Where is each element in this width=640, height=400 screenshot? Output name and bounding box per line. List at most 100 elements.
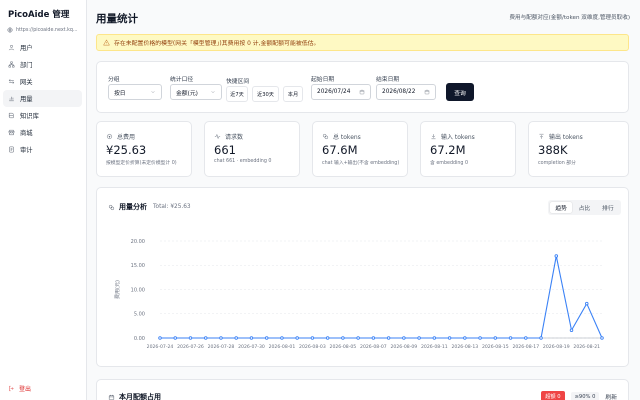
stat-value: ¥25.63 bbox=[106, 143, 147, 157]
end-date-input[interactable]: 2026/08/22 bbox=[376, 84, 436, 100]
sidebar-item-label: 知识库 bbox=[20, 113, 39, 120]
range-7d-button[interactable]: 近7天 bbox=[226, 86, 248, 102]
data-point bbox=[325, 336, 330, 340]
y-tick-label: 10.00 bbox=[131, 287, 145, 293]
logout-icon bbox=[9, 385, 14, 392]
stat-header: 输出 tokens bbox=[538, 132, 583, 141]
page-title: 用量统计 bbox=[96, 13, 138, 25]
stat-subtext: 含 embedding 0 bbox=[430, 161, 469, 166]
sidebar: PicoAide 管理 https://picoaide.next.kq... … bbox=[0, 0, 87, 400]
sidebar-item-knowledge[interactable]: 知识库 bbox=[3, 107, 82, 124]
data-point bbox=[341, 336, 345, 340]
page-description: 费用与配额对应(金额/token 双维度,管理员取收) bbox=[509, 15, 630, 21]
data-point bbox=[280, 336, 284, 340]
sidebar-item-users[interactable]: 用户 bbox=[3, 39, 82, 56]
start-date-input[interactable]: 2026/07/24 bbox=[311, 84, 371, 100]
stat-card-cost: 总费用 ¥25.63 按模型定价折算(未定价模型计 0) bbox=[96, 121, 192, 177]
stat-value: 388K bbox=[538, 143, 568, 157]
data-point bbox=[234, 336, 238, 340]
site-url: https://picoaide.next.kq... bbox=[7, 27, 78, 33]
calendar-icon bbox=[424, 89, 430, 95]
stat-label: 输入 tokens bbox=[441, 134, 475, 141]
data-point bbox=[310, 336, 315, 340]
y-tick-label: 5.00 bbox=[134, 312, 145, 318]
query-button[interactable]: 查询 bbox=[446, 83, 474, 101]
data-point bbox=[524, 336, 528, 340]
usage-trend-chart: 0.005.0010.0015.0020.00费用(元)2026-07-24 20… bbox=[114, 239, 604, 350]
analysis-title: 用量分析 Total: ¥25.63 bbox=[108, 202, 191, 212]
data-point bbox=[402, 336, 406, 340]
x-tick-label: 2026-07-24 bbox=[147, 344, 174, 350]
data-point bbox=[264, 336, 269, 340]
y-tick-label: 0.00 bbox=[134, 336, 145, 342]
coin-icon bbox=[106, 133, 113, 140]
x-tick-label: 2026-08-01 bbox=[269, 344, 296, 350]
sidebar-item-label: 商城 bbox=[20, 130, 33, 137]
warning-icon bbox=[103, 39, 110, 46]
logout-label: 登出 bbox=[19, 386, 32, 393]
stat-card-output-tokens: 输出 tokens 388K completion 部分 bbox=[528, 121, 629, 177]
stat-subtext: chat 661 · embedding 0 bbox=[214, 159, 272, 164]
monthly-title: 本月配额占用 bbox=[108, 392, 161, 400]
app-title: PicoAide 管理 bbox=[8, 10, 70, 20]
sidebar-item-departments[interactable]: 部门 bbox=[3, 56, 82, 73]
filter-panel: 分组 按日 统计口径 金额(元) 快捷区间 近7天 近30天 本月 起始日期 2… bbox=[96, 61, 629, 113]
data-point bbox=[356, 336, 360, 340]
stat-card-total-tokens: 总 tokens 67.6M chat 输入+输出(不含 embedding) bbox=[312, 121, 408, 177]
metric-label: 统计口径 bbox=[170, 77, 194, 83]
data-point bbox=[219, 336, 223, 340]
tab-ranking[interactable]: 排行 bbox=[597, 202, 619, 213]
analysis-tabs: 趋势 占比 排行 bbox=[548, 200, 621, 215]
stat-header: 请求数 bbox=[214, 132, 243, 141]
tab-share[interactable]: 占比 bbox=[573, 202, 595, 213]
calendar-icon bbox=[359, 89, 365, 95]
usage-analysis-card: 用量分析 Total: ¥25.63 趋势 占比 排行 0.00 5.00 10.0… bbox=[96, 187, 629, 367]
metric-select[interactable]: 金额(元) bbox=[170, 84, 222, 100]
x-tick-label: 2026-08-15 bbox=[482, 344, 509, 350]
token-icon bbox=[322, 133, 329, 140]
group-label: 分组 bbox=[108, 77, 120, 83]
sidebar-item-gateway[interactable]: 网关 bbox=[3, 73, 82, 90]
x-tick-label: 2026-07-30 bbox=[238, 344, 265, 350]
over-quota-badge: 超额 0 bbox=[541, 391, 565, 400]
stat-value: 67.6M bbox=[322, 143, 358, 157]
data-point bbox=[249, 336, 254, 340]
start-date-value: 2026/07/24 bbox=[317, 89, 351, 95]
range-month-button[interactable]: 本月 bbox=[283, 86, 303, 102]
x-tick-label: 2026-08-13 bbox=[451, 344, 478, 350]
x-tick-label: 2026-08-21 bbox=[573, 344, 600, 350]
sidebar-item-label: 用户 bbox=[20, 45, 33, 52]
stat-value: 67.2M bbox=[430, 143, 466, 157]
data-point bbox=[539, 336, 543, 340]
sidebar-item-usage[interactable]: 用量 bbox=[3, 90, 82, 107]
upload-icon bbox=[539, 133, 544, 139]
sidebar-item-label: 用量 bbox=[20, 96, 33, 103]
sidebar-item-audit[interactable]: 审计 bbox=[3, 141, 82, 158]
refresh-button[interactable]: 刷新 bbox=[605, 392, 617, 400]
analysis-total: Total: ¥25.63 bbox=[153, 204, 191, 210]
sidebar-item-store[interactable]: 商城 bbox=[3, 124, 82, 141]
data-point bbox=[173, 336, 177, 340]
x-tick-label: 2026-08-17 bbox=[512, 344, 539, 350]
end-date-label: 结束日期 bbox=[376, 77, 400, 83]
data-point bbox=[585, 301, 589, 306]
data-point bbox=[554, 254, 559, 258]
data-point bbox=[386, 336, 391, 340]
tab-trend[interactable]: 趋势 bbox=[550, 202, 573, 213]
data-point bbox=[463, 336, 467, 340]
monthly-badges: 超额 0 ≥90% 0 刷新 bbox=[541, 391, 617, 400]
monthly-quota-card: 本月配额占用 超额 0 ≥90% 0 刷新 bbox=[96, 379, 629, 400]
monthly-title-text: 本月配额占用 bbox=[119, 393, 161, 400]
site-url-text: https://picoaide.next.kq... bbox=[16, 27, 78, 33]
near-quota-badge: ≥90% 0 bbox=[570, 391, 600, 400]
chevron-down-icon bbox=[211, 91, 215, 93]
stat-subtext: 按模型定价折算(未定价模型计 0) bbox=[106, 161, 177, 166]
sidebar-item-label: 网关 bbox=[20, 79, 33, 86]
range-30d-button[interactable]: 近30天 bbox=[252, 86, 279, 102]
start-date-label: 起始日期 bbox=[311, 77, 335, 83]
stat-value: 661 bbox=[214, 143, 236, 157]
data-point bbox=[417, 336, 421, 340]
logout-button[interactable]: 登出 bbox=[8, 384, 31, 393]
group-select[interactable]: 按日 bbox=[108, 84, 162, 100]
user-icon bbox=[8, 44, 15, 51]
